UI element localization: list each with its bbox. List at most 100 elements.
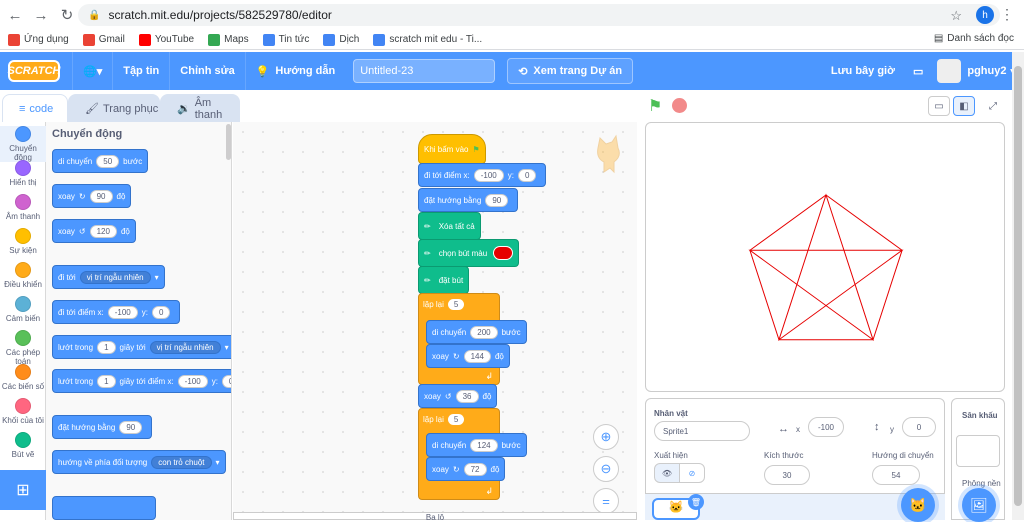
- back-icon[interactable]: ←: [4, 4, 26, 26]
- script-move-124-block[interactable]: di chuyển 124 bước: [426, 433, 527, 457]
- y-label: y: [890, 425, 894, 434]
- zoom-out-button[interactable]: ⊖: [593, 456, 619, 482]
- palette-goto-block[interactable]: đi tới vị trí ngẫu nhiên ▾: [52, 265, 165, 289]
- palette-partial-block[interactable]: [52, 496, 156, 520]
- zoom-reset-button[interactable]: =: [593, 488, 619, 514]
- see-project-button[interactable]: ⟲ Xem trang Dự án: [507, 58, 634, 84]
- profile-avatar[interactable]: h: [976, 6, 994, 24]
- bookmark-item[interactable]: scratch mit edu - Ti...: [373, 33, 482, 46]
- reading-list-button[interactable]: ▤ Danh sách đọc: [934, 33, 1014, 44]
- category-label: Bút vẽ: [11, 450, 35, 459]
- project-title-input[interactable]: [353, 59, 496, 83]
- script-gotoxy-block[interactable]: đi tới điểm x: -100 y: 0: [418, 163, 547, 187]
- zoom-in-button[interactable]: ⊕: [593, 424, 619, 450]
- when-flag-clicked-block[interactable]: Khi bấm vào ⚑: [418, 134, 486, 164]
- category-3[interactable]: Âm thanh: [0, 194, 46, 221]
- y-input[interactable]: 0: [902, 417, 936, 437]
- category-10[interactable]: Bút vẽ: [0, 432, 46, 459]
- sprite-name-input[interactable]: Sprite1: [654, 421, 750, 441]
- maps-icon: [208, 33, 221, 46]
- my-stuff-folder-icon[interactable]: ▭: [913, 65, 923, 78]
- backpack-tab[interactable]: Ba lô: [233, 512, 637, 522]
- green-flag-button[interactable]: ⚑: [648, 96, 662, 116]
- username[interactable]: pghuy2: [967, 65, 1006, 77]
- tab-sounds[interactable]: 🔉 Âm thanh: [160, 94, 240, 122]
- script-turn-72-block[interactable]: xoay ↻ 72 độ: [426, 457, 506, 481]
- reload-icon[interactable]: ↻: [56, 4, 78, 26]
- pen-clear-block[interactable]: ✏ Xóa tất cả: [418, 212, 481, 240]
- category-1[interactable]: Chuyển động: [0, 126, 46, 162]
- browser-menu-icon[interactable]: ⋮: [1000, 6, 1014, 23]
- tab-code[interactable]: ≡ code: [2, 94, 68, 122]
- tab-costumes[interactable]: 🖌 Trang phục: [68, 94, 160, 122]
- bookmark-item[interactable]: Ứng dụng: [8, 33, 69, 46]
- stop-button[interactable]: [672, 98, 687, 113]
- gmail-icon: [82, 33, 95, 46]
- pen-down-block[interactable]: ✏ đặt bút: [418, 266, 470, 294]
- address-bar[interactable]: 🔒 scratch.mit.edu/projects/582529780/edi…: [78, 4, 1000, 26]
- edit-menu[interactable]: Chỉnh sửa: [169, 52, 244, 90]
- category-7[interactable]: Các phép toán: [0, 330, 46, 366]
- choose-backdrop-button[interactable]: 🖼: [962, 488, 996, 522]
- category-6[interactable]: Cảm biến: [0, 296, 46, 323]
- language-globe-icon[interactable]: 🌐▾: [72, 52, 112, 90]
- pen-set-color-block[interactable]: ✏ chọn bút màu: [418, 239, 520, 267]
- stage-canvas[interactable]: [645, 122, 1005, 392]
- category-8[interactable]: Các biến số: [0, 364, 46, 391]
- category-5[interactable]: Điều khiển: [0, 262, 46, 289]
- editor-tabs: 🔉 Âm thanh 🖌 Trang phục ≡ code: [0, 94, 240, 122]
- script-turn-144-block[interactable]: xoay ↻ 144 độ: [426, 344, 510, 368]
- brush-icon: 🖌: [85, 103, 99, 115]
- choose-sprite-button[interactable]: 🐱: [901, 488, 935, 522]
- user-avatar[interactable]: [937, 59, 962, 83]
- zoom-in-icon: ⊕: [600, 429, 612, 444]
- bookmark-item[interactable]: Dịch: [323, 33, 359, 46]
- palette-move-block[interactable]: di chuyển 50 bước: [52, 149, 149, 173]
- pen-icon: ✏: [424, 221, 431, 231]
- tutorials-menu[interactable]: 💡 Hướng dẫn: [244, 52, 345, 90]
- bookmark-star-icon[interactable]: ☆: [950, 8, 962, 24]
- file-menu[interactable]: Tập tin: [112, 52, 169, 90]
- bookmarks-bar: Ứng dụng Gmail YouTube Maps Tin tức Dịch scrat…: [0, 30, 1024, 50]
- bookmark-item[interactable]: Gmail: [82, 33, 125, 46]
- script-point-block[interactable]: đặt hướng bằng 90: [418, 188, 519, 212]
- x-input[interactable]: -100: [808, 417, 844, 437]
- tab-costumes-label: Trang phục: [102, 102, 159, 115]
- lightbulb-icon: 💡: [255, 65, 270, 78]
- palette-turn-right-block[interactable]: xoay ↻ 90 độ: [52, 184, 132, 208]
- save-now-button[interactable]: Lưu bây giờ: [831, 65, 895, 77]
- bookmark-item[interactable]: Maps: [208, 33, 249, 46]
- normal-stage-button[interactable]: ◧: [953, 96, 975, 116]
- category-dot-icon: [15, 126, 31, 142]
- sprite-cat-watermark-icon: [597, 134, 620, 174]
- category-dot-icon: [15, 228, 31, 244]
- palette-gotoxy-block[interactable]: đi tới điểm x: -100 y: 0: [52, 300, 181, 324]
- bookmark-item[interactable]: Tin tức: [262, 33, 309, 46]
- add-extension-button[interactable]: ⊞: [0, 470, 46, 510]
- palette-point-block[interactable]: đặt hướng bằng 90: [52, 415, 153, 439]
- script-move-200-block[interactable]: di chuyển 200 bước: [426, 320, 527, 344]
- palette-pointto-block[interactable]: hướng về phía đối tượng con trỏ chuột ▾: [52, 450, 226, 474]
- small-stage-button[interactable]: ▭: [928, 96, 950, 116]
- bookmark-item[interactable]: YouTube: [138, 33, 194, 46]
- show-hidden-button[interactable]: ⊘: [679, 463, 705, 483]
- fullscreen-button[interactable]: ⤢: [982, 96, 1004, 116]
- category-4[interactable]: Sự kiện: [0, 228, 46, 255]
- stage-thumbnail[interactable]: [956, 435, 1000, 467]
- script-turn-36-block[interactable]: xoay ↺ 36 độ: [418, 384, 498, 408]
- palette-scrollbar[interactable]: [226, 124, 231, 160]
- scratch-logo[interactable]: SCRATCH: [8, 60, 60, 82]
- palette-turn-left-block[interactable]: xoay ↺ 120 độ: [52, 219, 136, 243]
- palette-glidexy-block[interactable]: lướt trong1giây tới điểm x:-100y:0: [52, 369, 231, 393]
- script-workspace[interactable]: Khi bấm vào ⚑ đi tới điểm x: -100 y: 0 đặt h…: [233, 122, 637, 520]
- category-9[interactable]: Khối của tôi: [0, 398, 46, 425]
- show-visible-button[interactable]: 👁: [654, 463, 680, 483]
- category-2[interactable]: Hiển thị: [0, 160, 46, 187]
- size-input[interactable]: 30: [764, 465, 810, 485]
- delete-sprite-icon[interactable]: 🗑: [688, 494, 704, 510]
- page-scrollbar[interactable]: [1012, 52, 1024, 520]
- direction-input[interactable]: 54: [872, 465, 920, 485]
- palette-glide-block[interactable]: lướt trong 1 giây tới vị trí ngẫu nhiên ▾: [52, 335, 231, 359]
- bookmark-label: Ứng dụng: [24, 34, 69, 45]
- forward-icon[interactable]: →: [30, 4, 52, 26]
